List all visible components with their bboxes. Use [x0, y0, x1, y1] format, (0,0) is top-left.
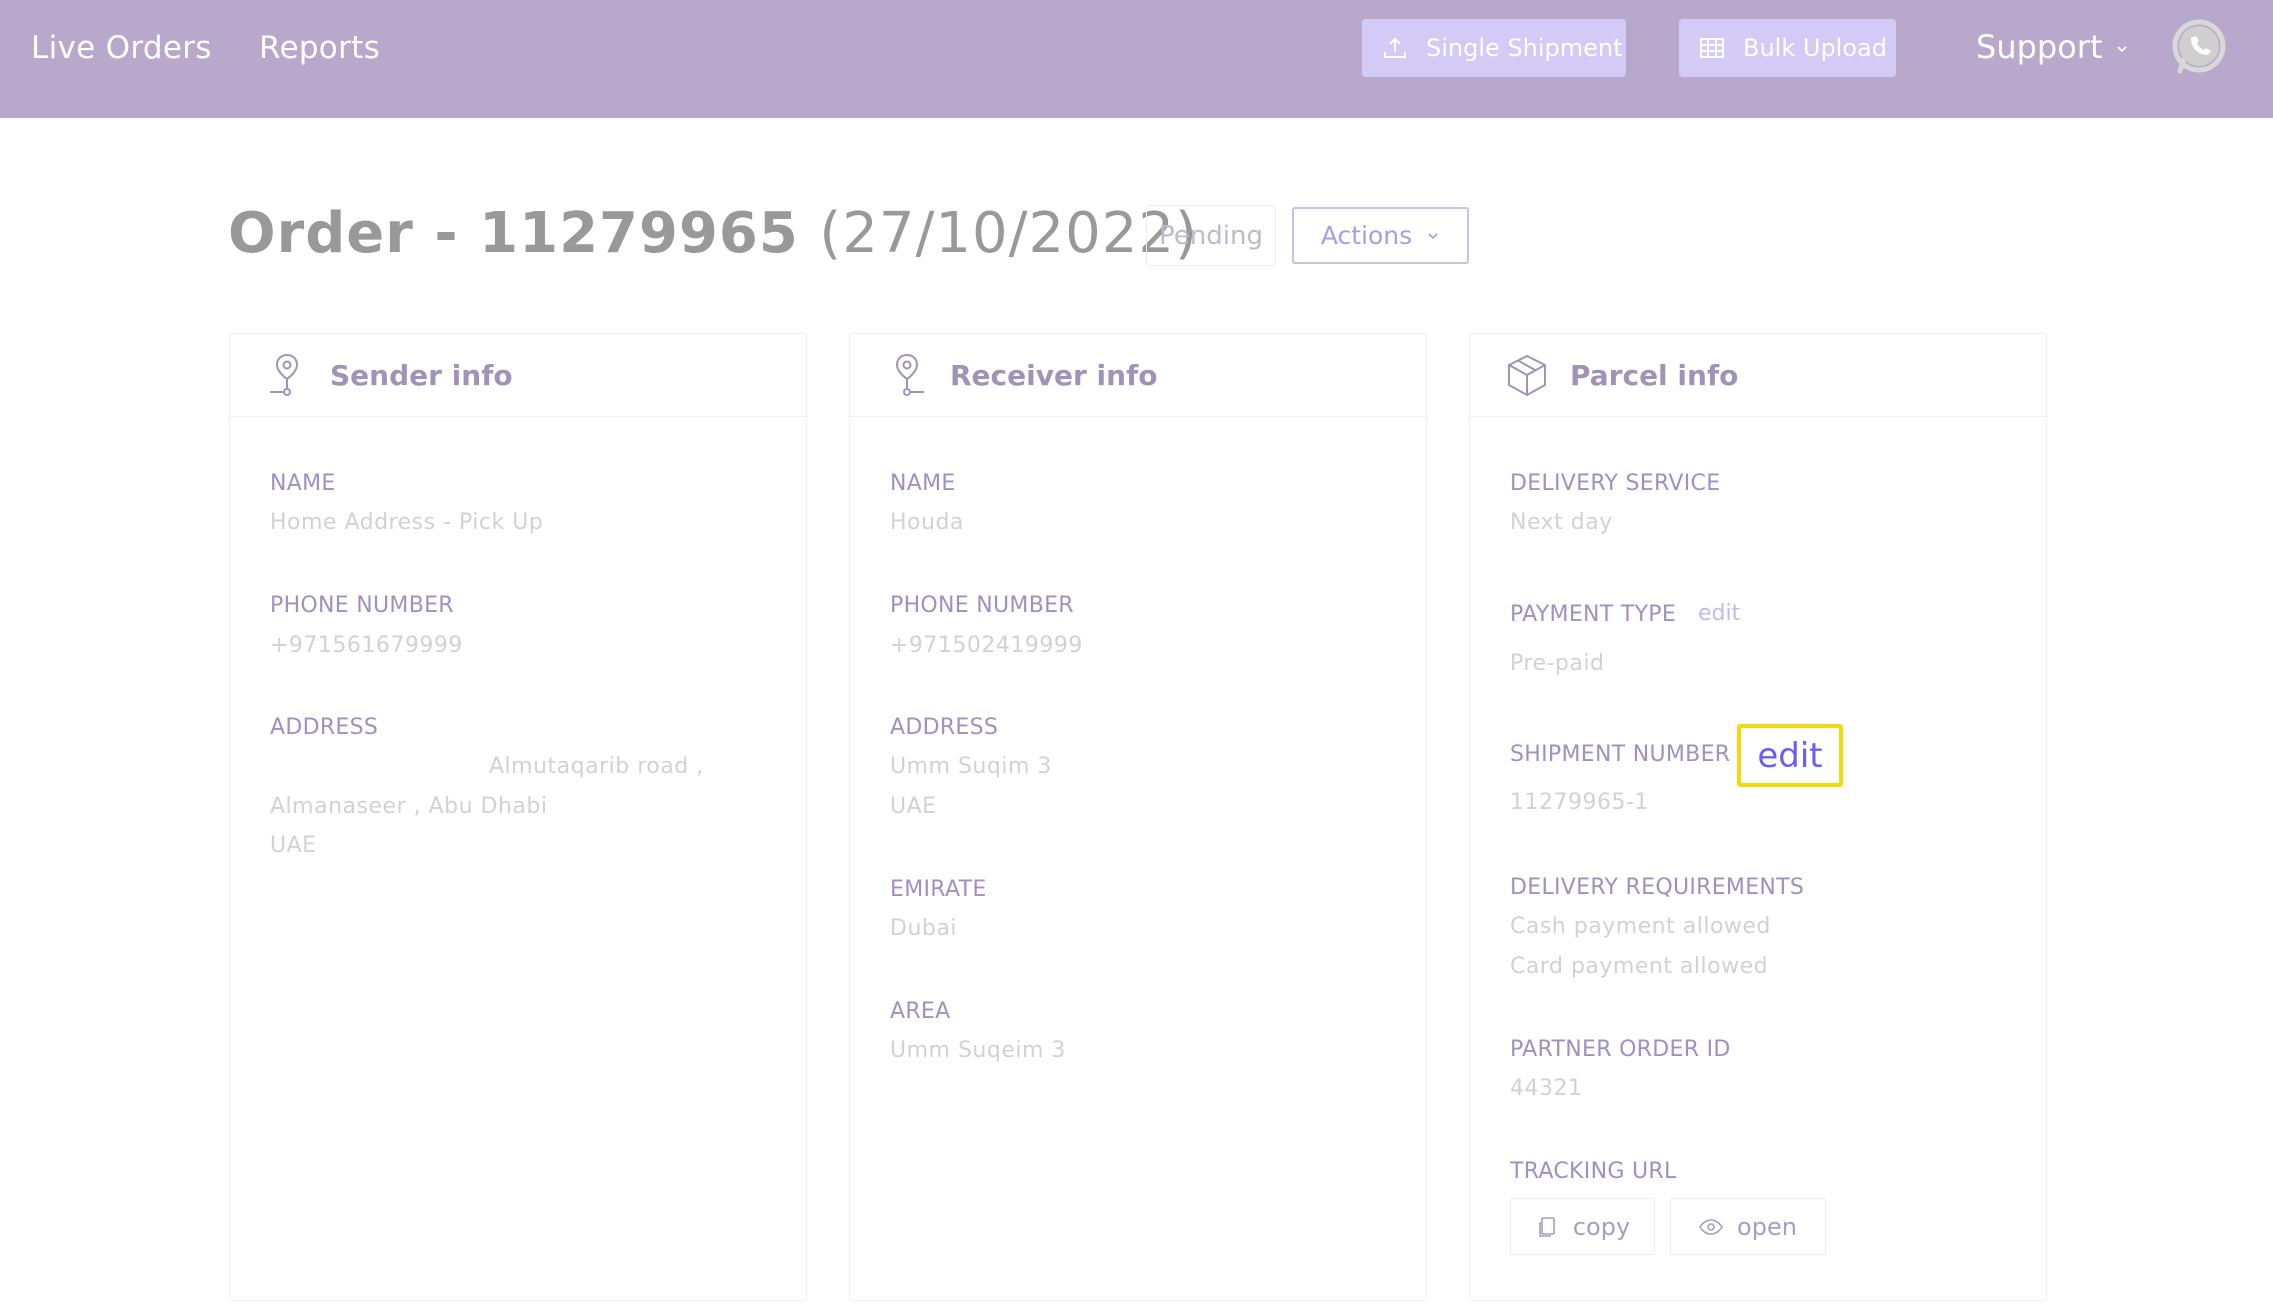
- copy-icon: [1539, 1216, 1555, 1237]
- delivery-service-label: DELIVERY SERVICE: [1510, 471, 1721, 496]
- delivery-service: Next day: [1510, 510, 1613, 535]
- receiver-emirate-label: EMIRATE: [890, 877, 987, 902]
- eye-icon: [1699, 1218, 1723, 1235]
- location-pin-icon: [270, 353, 299, 396]
- sender-phone: +971561679999: [270, 633, 463, 658]
- tracking-url-label: TRACKING URL: [1510, 1159, 1677, 1184]
- order-title: Order - 11279965: [228, 201, 799, 266]
- location-pin-icon: [895, 353, 924, 396]
- shipment-number-label: SHIPMENT NUMBER: [1510, 742, 1731, 767]
- sender-name: Home Address - Pick Up: [270, 510, 544, 535]
- sender-address-line2: Almanaseer , Abu Dhabi: [270, 794, 548, 819]
- order-date: (27/10/2022): [819, 201, 1198, 266]
- open-tracking-url-button[interactable]: open: [1670, 1198, 1826, 1255]
- nav-live-orders[interactable]: Live Orders: [31, 30, 212, 66]
- receiver-area-label: AREA: [890, 999, 951, 1024]
- status-badge: Pending: [1146, 205, 1276, 266]
- nav-reports[interactable]: Reports: [259, 30, 380, 66]
- sender-address-line3: UAE: [270, 833, 317, 858]
- sender-phone-label: PHONE NUMBER: [270, 593, 454, 618]
- receiver-phone: +971502419999: [890, 633, 1083, 658]
- bulk-upload-button[interactable]: Bulk Upload: [1679, 19, 1896, 77]
- chevron-down-icon: [1428, 232, 1438, 239]
- payment-type-label: PAYMENT TYPE: [1510, 602, 1677, 627]
- top-navbar: Live Orders Reports Single Shipment Bulk…: [0, 0, 2273, 118]
- sender-info-card: Sender info NAME Home Address - Pick Up …: [229, 333, 807, 1301]
- parcel-card-title: Parcel info: [1570, 358, 1739, 392]
- receiver-info-card: Receiver info NAME Houda PHONE NUMBER +9…: [849, 333, 1427, 1301]
- bulk-upload-label: Bulk Upload: [1743, 34, 1887, 62]
- single-shipment-label: Single Shipment: [1426, 34, 1623, 62]
- parcel-card-header: Parcel info: [1470, 334, 2046, 417]
- box-icon: [1508, 355, 1546, 396]
- receiver-card-header: Receiver info: [850, 334, 1426, 417]
- payment-type-edit-link[interactable]: edit: [1698, 601, 1740, 626]
- receiver-emirate: Dubai: [890, 916, 957, 941]
- sender-name-label: NAME: [270, 471, 336, 496]
- support-menu[interactable]: Support: [1976, 28, 2129, 66]
- chevron-down-icon: [2116, 46, 2127, 53]
- parcel-info-card: Parcel info DELIVERY SERVICE Next day PA…: [1469, 333, 2047, 1301]
- delivery-requirements-label: DELIVERY REQUIREMENTS: [1510, 875, 1805, 900]
- table-icon: [1700, 38, 1724, 58]
- sender-card-header: Sender info: [230, 334, 806, 417]
- open-label: open: [1737, 1212, 1797, 1241]
- single-shipment-button[interactable]: Single Shipment: [1362, 19, 1626, 77]
- partner-order-id-label: PARTNER ORDER ID: [1510, 1037, 1731, 1062]
- payment-type: Pre-paid: [1510, 651, 1605, 676]
- receiver-phone-label: PHONE NUMBER: [890, 593, 1074, 618]
- receiver-address-line2: UAE: [890, 794, 937, 819]
- sender-address-label: ADDRESS: [270, 715, 379, 740]
- receiver-card-title: Receiver info: [950, 358, 1158, 392]
- actions-dropdown-button[interactable]: Actions: [1292, 207, 1469, 264]
- support-label: Support: [1976, 28, 2103, 66]
- whatsapp-icon[interactable]: [2171, 19, 2227, 75]
- requirement-cash: Cash payment allowed: [1510, 914, 1771, 939]
- partner-order-id: 44321: [1510, 1076, 1583, 1101]
- receiver-name: Houda: [890, 510, 964, 535]
- upload-icon: [1384, 37, 1406, 58]
- receiver-area: Umm Suqeim 3: [890, 1038, 1066, 1063]
- shipment-number-edit-link[interactable]: edit: [1737, 724, 1843, 787]
- sender-card-title: Sender info: [330, 358, 513, 392]
- copy-label: copy: [1572, 1212, 1631, 1241]
- receiver-address-label: ADDRESS: [890, 715, 999, 740]
- page-title: Order - 11279965 (27/10/2022): [228, 201, 1198, 266]
- receiver-name-label: NAME: [890, 471, 956, 496]
- requirement-card: Card payment allowed: [1510, 954, 1769, 979]
- receiver-address-line1: Umm Suqim 3: [890, 754, 1052, 779]
- actions-label: Actions: [1320, 221, 1413, 250]
- shipment-number: 11279965-1: [1510, 790, 1649, 815]
- sender-address-line1: Almutaqarib road ,: [489, 754, 704, 779]
- copy-tracking-url-button[interactable]: copy: [1510, 1198, 1655, 1255]
